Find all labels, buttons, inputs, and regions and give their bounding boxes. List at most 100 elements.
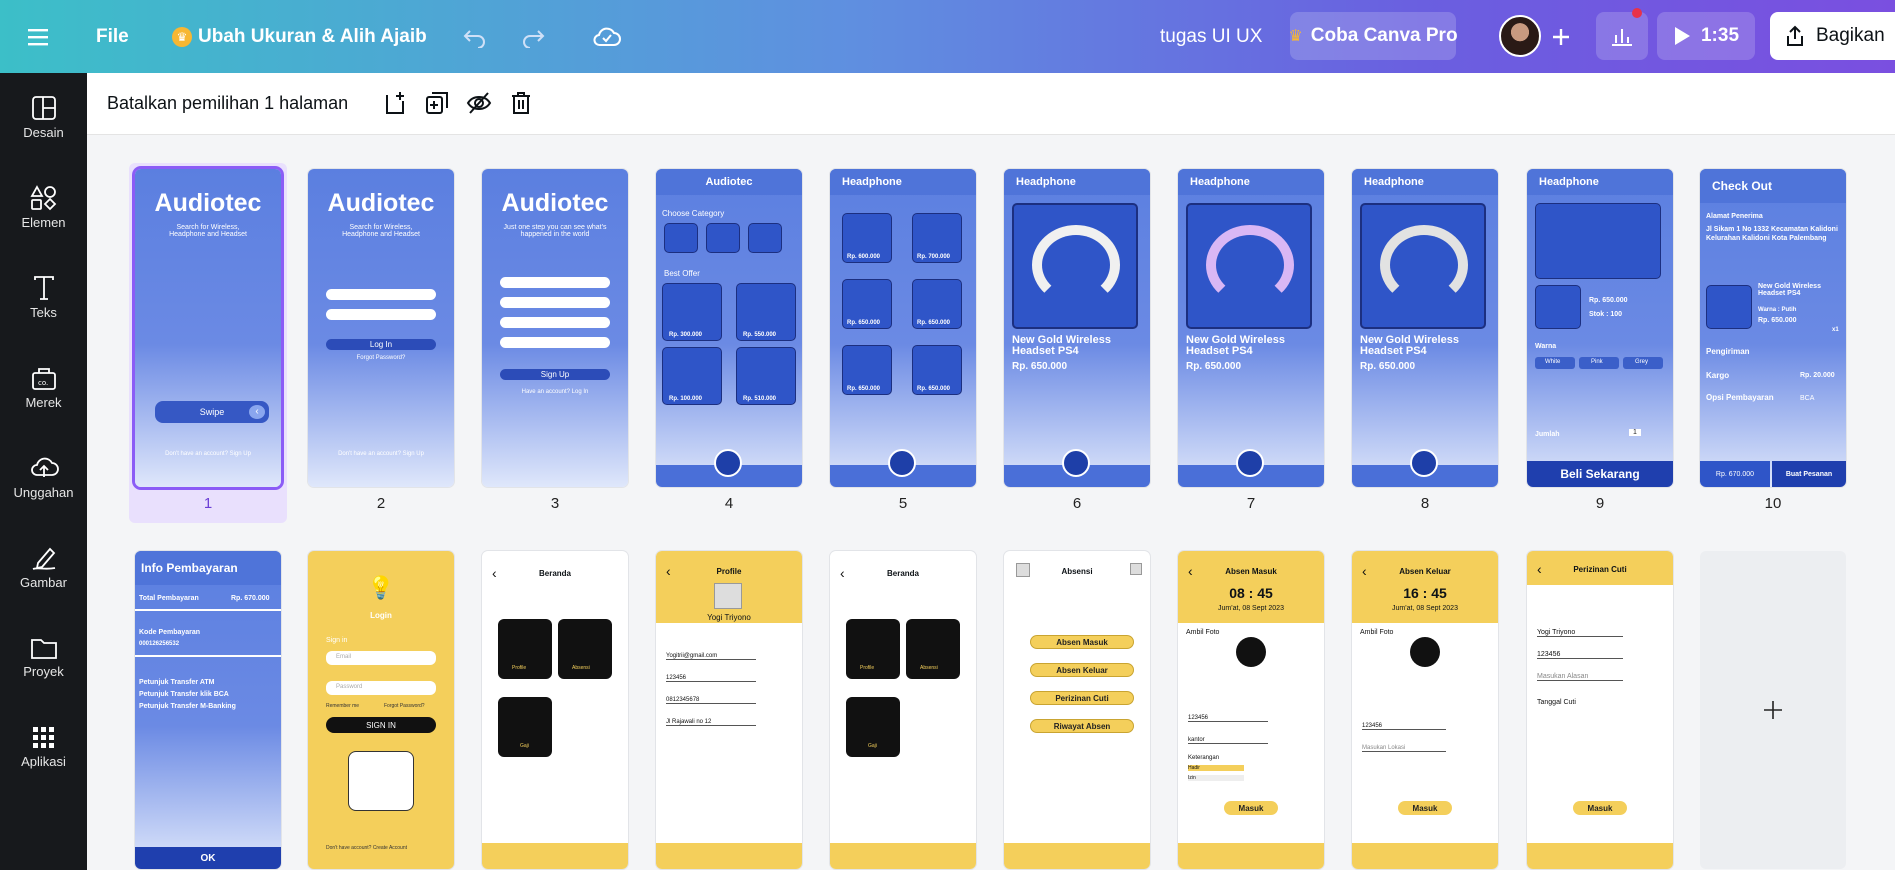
name-field	[500, 277, 610, 288]
deselect-pages-button[interactable]: Batalkan pemilihan 1 halaman	[107, 93, 348, 114]
resize-magic-button[interactable]: ♛ Ubah Ukuran & Alih Ajaib	[172, 0, 427, 73]
lightbulb-icon: 💡	[367, 575, 395, 600]
page-number: 1	[203, 495, 213, 512]
page-thumbnail-13[interactable]: ‹ Beranda Profile Absensi Gaji	[482, 551, 628, 869]
add-new-page-button[interactable]	[1700, 551, 1846, 869]
bottom-nav	[830, 843, 976, 869]
cloud-upload-icon	[30, 457, 59, 477]
draw-icon	[32, 547, 55, 570]
submit-button: Masuk	[1398, 801, 1452, 815]
page-thumbnail-10[interactable]: Check Out Alamat Penerima Jl Sikam 1 No …	[1700, 169, 1846, 487]
page-number: 3	[550, 495, 560, 512]
present-button[interactable]: 1:35	[1657, 12, 1755, 60]
category-tile	[706, 223, 740, 253]
sidebar-item-teks[interactable]: Teks	[0, 253, 87, 341]
add-page-icon[interactable]	[381, 89, 409, 117]
sidebar-item-merek[interactable]: co. Merek	[0, 343, 87, 431]
notification-dot	[1632, 8, 1642, 18]
page-thumbnail-5[interactable]: Headphone Rp. 600.000 Rp. 700.000 Rp. 65…	[830, 169, 976, 487]
crown-icon: ♛	[172, 26, 192, 47]
page-number: 6	[1072, 495, 1082, 512]
bottom-nav	[1004, 843, 1150, 869]
page-action-bar: Batalkan pemilihan 1 halaman	[87, 73, 1895, 135]
page-thumbnail-9[interactable]: Headphone Rp. 650.000 Stok : 100 Warna W…	[1527, 169, 1673, 487]
shapes-icon	[29, 184, 56, 210]
page-thumbnail-1[interactable]: Audiotec Search for Wireless, Headphone …	[135, 169, 281, 487]
category-tile	[748, 223, 782, 253]
email-field	[326, 289, 436, 300]
product-image	[1360, 203, 1486, 329]
sidebar-item-proyek[interactable]: Proyek	[0, 613, 87, 701]
brand-icon: co.	[31, 367, 56, 390]
bottom-nav	[1178, 843, 1324, 869]
page-thumbnail-3[interactable]: Audiotec Just one step you can see what'…	[482, 169, 628, 487]
bottom-nav	[482, 843, 628, 869]
page-thumbnail-18[interactable]: ‹ Absen Keluar 16 : 45 Jum'at, 08 Sept 2…	[1352, 551, 1498, 869]
page-number: 10	[1764, 495, 1782, 512]
avatar	[714, 583, 742, 609]
bottom-nav	[656, 843, 802, 869]
password-field	[326, 309, 436, 320]
product-card: Rp. 550.000	[736, 283, 796, 341]
sidebar-item-gambar[interactable]: Gambar	[0, 523, 87, 611]
page-thumbnail-12[interactable]: 💡 Login Sign in Email Password Remember …	[308, 551, 454, 869]
product-image	[1186, 203, 1312, 329]
sidebar-item-elemen[interactable]: Elemen	[0, 163, 87, 251]
avatar	[1130, 563, 1142, 575]
sidebar-item-aplikasi[interactable]: Aplikasi	[0, 703, 87, 791]
redo-icon[interactable]	[520, 0, 546, 73]
buy-now-button: Beli Sekarang	[1527, 461, 1673, 487]
product-image	[1535, 203, 1661, 279]
page-thumbnail-8[interactable]: Headphone New Gold Wireless Headset PS4 …	[1352, 169, 1498, 487]
page-thumbnail-2[interactable]: Audiotec Search for Wireless, Headphone …	[308, 169, 454, 487]
bottom-nav	[1352, 843, 1498, 869]
page-number: 9	[1595, 495, 1605, 512]
page-thumbnail-11[interactable]: Info Pembayaran Total Pembayaran Rp. 670…	[135, 551, 281, 869]
left-sidebar: Desain Elemen Teks co. Merek Unggahan Ga…	[0, 73, 87, 870]
share-button[interactable]: Bagikan	[1770, 12, 1895, 60]
product-card: Rp. 650.000	[842, 279, 892, 329]
page-thumbnail-14[interactable]: ‹ Profile Yogi Triyono Yogitrii@gmail.co…	[656, 551, 802, 869]
page-thumbnail-16[interactable]: Absensi Absen Masuk Absen Keluar Perizin…	[1004, 551, 1150, 869]
page-thumbnail-7[interactable]: Headphone New Gold Wireless Headset PS4 …	[1178, 169, 1324, 487]
email-field	[500, 297, 610, 308]
insights-button[interactable]	[1596, 8, 1648, 60]
hide-page-icon[interactable]	[465, 89, 493, 117]
page-number: 5	[898, 495, 908, 512]
place-order-button: Buat Pesanan	[1772, 461, 1846, 487]
cloud-saved-icon[interactable]	[592, 0, 622, 73]
undo-icon[interactable]	[462, 0, 488, 73]
avatar[interactable]	[1499, 15, 1541, 57]
page-thumbnail-4[interactable]: Audiotec Choose Category Best Offer Rp. …	[656, 169, 802, 487]
camera-icon	[1236, 637, 1266, 667]
page-thumbnail-19[interactable]: ‹ Perizinan Cuti Yogi Triyono 123456 Mas…	[1527, 551, 1673, 869]
delete-page-icon[interactable]	[507, 89, 535, 117]
sidebar-item-desain[interactable]: Desain	[0, 73, 87, 161]
play-icon	[1674, 27, 1690, 45]
layout-icon	[31, 95, 56, 120]
page-number: 7	[1246, 495, 1256, 512]
cart-icon	[888, 449, 916, 477]
cart-icon	[714, 449, 742, 477]
product-image	[1012, 203, 1138, 329]
phone-field	[500, 317, 610, 328]
file-menu[interactable]: File	[96, 0, 129, 73]
submit-button: Masuk	[1224, 801, 1278, 815]
product-card: Rp. 700.000	[912, 213, 962, 263]
category-tile	[664, 223, 698, 253]
page-thumbnail-17[interactable]: ‹ Absen Masuk 08 : 45 Jum'at, 08 Sept 20…	[1178, 551, 1324, 869]
add-collaborator-icon[interactable]	[1550, 0, 1572, 73]
try-canva-pro-button[interactable]: ♛ Coba Canva Pro	[1288, 12, 1458, 60]
duplicate-page-icon[interactable]	[423, 89, 451, 117]
page-thumbnail-15[interactable]: ‹ Beranda Profile Absensi Gaji	[830, 551, 976, 869]
sidebar-item-unggahan[interactable]: Unggahan	[0, 433, 87, 521]
camera-icon	[1410, 637, 1440, 667]
project-title[interactable]: tugas UI UX	[1160, 0, 1262, 73]
share-icon	[1787, 25, 1803, 46]
page-thumbnail-6[interactable]: Headphone New Gold Wireless Headset PS4 …	[1004, 169, 1150, 487]
product-card: Rp. 100.000	[662, 347, 722, 405]
menu-icon[interactable]	[28, 0, 50, 73]
product-card: Rp. 650.000	[912, 279, 962, 329]
page-number: 8	[1420, 495, 1430, 512]
top-bar: File ♛ Ubah Ukuran & Alih Ajaib tugas UI…	[0, 0, 1895, 73]
